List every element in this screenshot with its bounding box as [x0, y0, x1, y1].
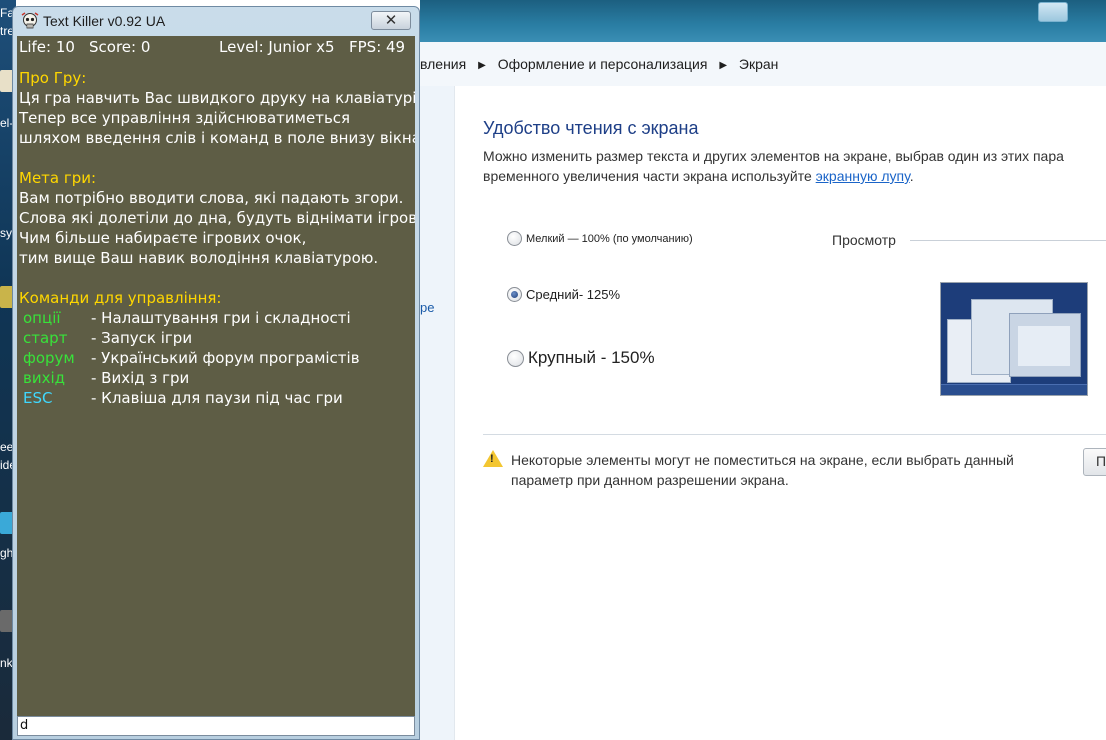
level-indicator: Level: Junior x5 [219, 38, 335, 56]
status-bar: Life: 10 Score: 0 Level: Junior x5 FPS: … [19, 37, 415, 57]
preview-window [1009, 313, 1081, 377]
option-large[interactable]: Крупный - 150% [507, 348, 655, 368]
control-panel-main: Удобство чтения с экрана Можно изменить … [455, 86, 1106, 740]
radio-small[interactable] [507, 231, 522, 246]
magnifier-link[interactable]: экранную лупу [816, 168, 910, 184]
goal-line: Чим більше набираєте ігрових очок, [19, 229, 307, 247]
goal-line: Слова які долетіли до дна, будуть віднім… [19, 209, 415, 227]
command-desc: - Український форум програмістів [91, 349, 360, 367]
preview-divider [910, 240, 1106, 241]
window-title: Text Killer v0.92 UA [43, 13, 166, 29]
apply-button[interactable]: П [1083, 448, 1106, 476]
about-line: шляхом введення слів і команд в поле вни… [19, 129, 415, 147]
radio-large[interactable] [507, 349, 524, 367]
command-name: ESC [23, 389, 53, 407]
life-counter: Life: 10 [19, 38, 75, 56]
goal-line: тим вище Ваш навик володіння клавіатурою… [19, 249, 379, 267]
breadcrumb-item[interactable]: вления [420, 56, 466, 72]
text-killer-window: Text Killer v0.92 UA ✕ Life: 10 Score: 0… [12, 6, 420, 740]
goal-line: Вам потрібно вводити слова, які падають … [19, 189, 404, 207]
commands-heading: Команди для управління: [19, 289, 222, 307]
titlebar[interactable]: Text Killer v0.92 UA ✕ [13, 7, 419, 35]
sidebar-link[interactable]: ре [420, 300, 434, 315]
goal-heading: Мета гри: [19, 169, 97, 187]
description-line: Можно изменить размер текста и других эл… [483, 148, 1064, 164]
option-small-label[interactable]: Мелкий — 100% (по умолчанию) [526, 233, 693, 245]
command-input[interactable]: d [17, 716, 415, 736]
breadcrumb-item[interactable]: Оформление и персонализация [498, 56, 708, 72]
about-heading: Про Гру: [19, 69, 87, 87]
desktop-icon-label[interactable]: sy [0, 226, 12, 240]
warning-icon: ! [483, 450, 503, 467]
description-text: временного увеличения части экрана испол… [483, 168, 816, 184]
fps-counter: FPS: 49 [349, 38, 406, 56]
breadcrumb-item[interactable]: Экран [739, 56, 779, 72]
minimize-button[interactable] [1038, 2, 1068, 22]
command-name: форум [23, 349, 75, 367]
preview-taskbar [941, 384, 1087, 395]
page-title: Удобство чтения с экрана [483, 118, 699, 138]
breadcrumb: вления ▶ Оформление и персонализация ▶ Э… [420, 56, 778, 72]
command-desc: - Вихід з гри [91, 369, 190, 387]
close-icon: ✕ [384, 12, 398, 29]
command-name: вихід [23, 369, 66, 387]
breadcrumb-arrow-icon[interactable]: ▶ [719, 60, 727, 71]
command-desc: - Клавіша для паузи під час гри [91, 389, 343, 407]
command-name: старт [23, 329, 68, 347]
command-name: опції [23, 309, 61, 327]
option-large-label[interactable]: Крупный - 150% [528, 348, 655, 368]
about-line: Ця гра навчить Вас швидкого друку на кла… [19, 89, 415, 107]
score-counter: Score: 0 [89, 38, 151, 56]
option-small[interactable]: Мелкий — 100% (по умолчанию) [507, 231, 693, 246]
preview-label: Просмотр [832, 232, 896, 248]
option-medium[interactable]: Средний- 125% [507, 287, 620, 302]
description-line-2: временного увеличения части экрана испол… [483, 166, 1106, 186]
warning-text: Некоторые элементы могут не поместиться … [511, 452, 1014, 488]
page-description: Можно изменить размер текста и других эл… [483, 146, 1106, 186]
game-area: Life: 10 Score: 0 Level: Junior x5 FPS: … [17, 36, 415, 716]
command-desc: - Запуск ігри [91, 329, 193, 347]
preview-image [940, 282, 1088, 396]
breadcrumb-arrow-icon[interactable]: ▶ [478, 60, 486, 71]
option-medium-label[interactable]: Средний- 125% [526, 287, 620, 302]
address-bar[interactable]: вления ▶ Оформление и персонализация ▶ Э… [420, 42, 1106, 87]
control-panel-sidebar: ре [420, 86, 455, 740]
section-divider [483, 434, 1106, 435]
control-panel-titlebar [420, 0, 1106, 42]
radio-medium[interactable] [507, 287, 522, 302]
description-text: . [909, 168, 914, 184]
app-skull-icon [21, 12, 39, 29]
about-line: Тепер все управління здійснюватиметься [19, 109, 351, 127]
close-button[interactable]: ✕ [371, 11, 411, 30]
command-desc: - Налаштування гри і складності [91, 309, 351, 327]
